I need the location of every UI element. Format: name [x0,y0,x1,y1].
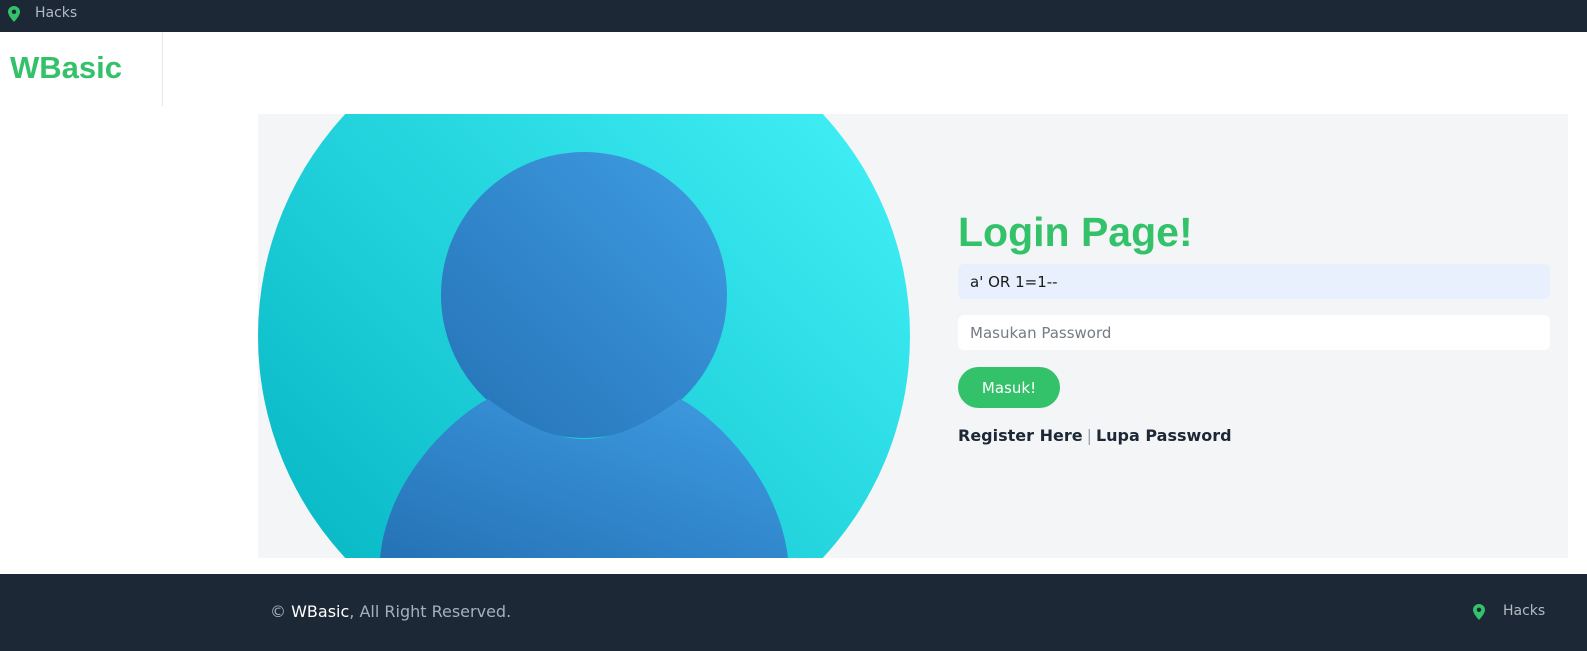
site-footer: © WBasic, All Right Reserved. Hacks [0,574,1587,651]
footer-brand-link[interactable]: WBasic [291,602,349,621]
user-avatar-illustration [258,114,910,558]
username-input[interactable] [958,264,1550,299]
copyright-text: © WBasic, All Right Reserved. [270,602,511,621]
top-bar-location-label: Hacks [35,5,78,21]
forgot-password-link[interactable]: Lupa Password [1096,426,1232,445]
header-divider [162,32,163,106]
login-hero: Login Page! Masuk! Register Here|Lupa Pa… [258,114,1568,558]
login-submit-button[interactable]: Masuk! [958,367,1060,408]
login-page-title: Login Page! [958,209,1193,255]
brand-logo[interactable]: WBasic [10,50,122,86]
map-pin-icon [8,6,20,22]
password-input[interactable] [958,315,1550,350]
copyright-symbol: © [270,602,286,621]
link-separator: | [1086,426,1092,445]
footer-location-label: Hacks [1503,603,1546,619]
register-link[interactable]: Register Here [958,426,1083,445]
site-header: WBasic [0,32,1587,106]
auth-links: Register Here | Lupa Password [958,426,1232,445]
top-bar: Hacks [0,0,1587,32]
rights-text: , All Right Reserved. [349,602,512,621]
map-pin-icon [1473,604,1485,620]
